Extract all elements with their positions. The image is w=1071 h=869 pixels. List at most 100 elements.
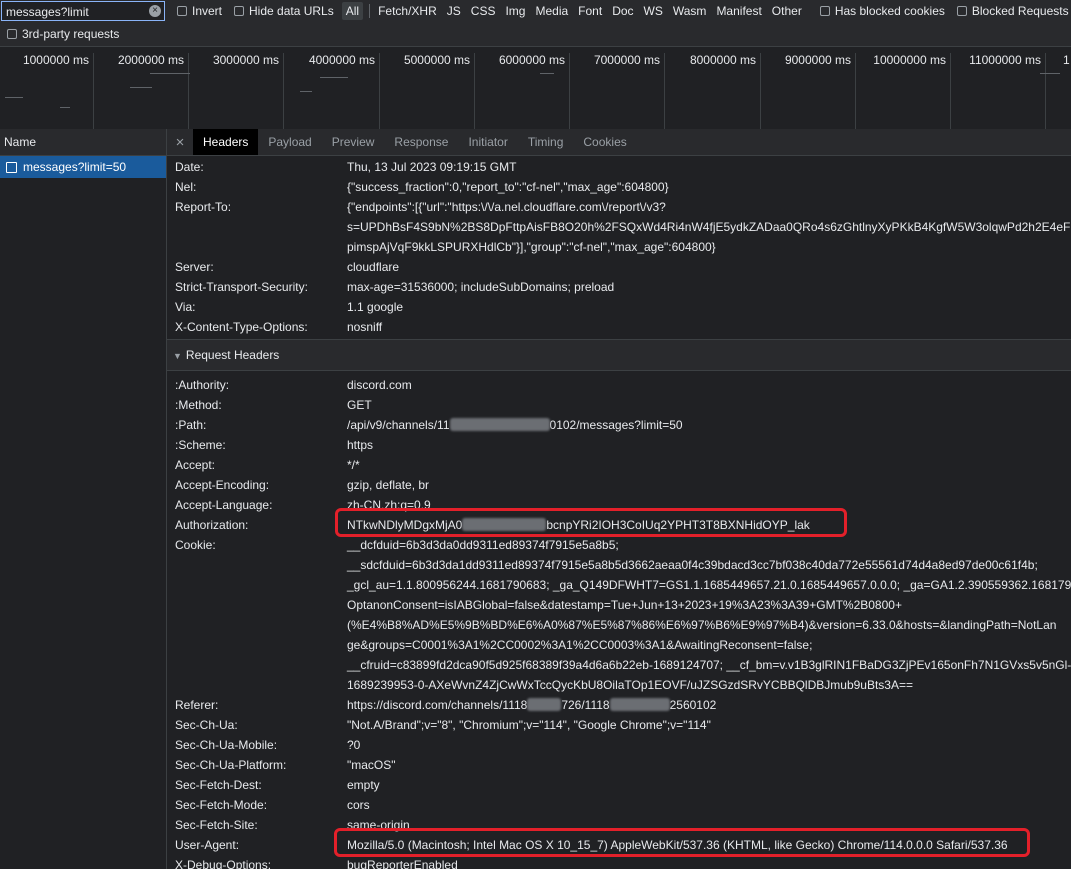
header-row-authorization: Authorization: NTkwNDlyMDgxMjA0 bcnpYRi2I…	[167, 508, 1071, 537]
header-row-nel: Nel: {"success_fraction":0,"report_to":"…	[167, 177, 1071, 197]
timeline-tick: 1000000 ms	[0, 53, 94, 129]
tab-preview[interactable]: Preview	[322, 129, 385, 155]
header-key: :Method:	[175, 398, 222, 412]
type-filter-other[interactable]: Other	[768, 2, 806, 20]
header-value: ge&groups=C0001%3A1%2CC0002%3A1%2CC0003%…	[347, 638, 813, 652]
filter-bar: messages?limit × Invert Hide data URLs A…	[0, 0, 1071, 22]
header-row-referer: Referer: https://discord.com/channels/11…	[167, 695, 1071, 715]
header-row-x-debug-options: X-Debug-Options: bugReporterEnabled	[167, 855, 1071, 869]
path-suffix: 0102/messages?limit=50	[549, 418, 683, 432]
third-party-checkbox[interactable]: 3rd-party requests	[7, 27, 119, 41]
header-row-continued: (%E4%B8%AD%E5%9B%BD%E6%A0%87%E5%87%86%E6…	[167, 615, 1071, 635]
hide-data-urls-label: Hide data URLs	[249, 4, 334, 18]
timeline-tick: 6000000 ms	[476, 53, 570, 129]
redacted-block	[527, 698, 562, 711]
header-key: Nel:	[175, 180, 197, 194]
blocked-requests-checkbox[interactable]: Blocked Requests	[956, 4, 1069, 18]
timeline-bar	[150, 73, 190, 74]
header-key: Date:	[175, 160, 204, 174]
header-value: OptanonConsent=isIABGlobal=false&datesta…	[347, 598, 902, 612]
timeline-tick: 7000000 ms	[571, 53, 665, 129]
header-value: "macOS"	[347, 758, 396, 772]
header-row-authority: :Authority: discord.com	[167, 375, 1071, 395]
timeline-tick: 8000000 ms	[667, 53, 761, 129]
header-value: /api/v9/channels/11 0102/messages?limit=5…	[347, 418, 683, 432]
type-filter-img[interactable]: Img	[501, 2, 529, 20]
header-row-sec-fetch-dest: Sec-Fetch-Dest: empty	[167, 775, 1071, 795]
header-row-sec-ch-ua-mobile: Sec-Ch-Ua-Mobile: ?0	[167, 735, 1071, 755]
header-key: Strict-Transport-Security:	[175, 280, 308, 294]
header-row-server: Server: cloudflare	[167, 257, 1071, 277]
timeline-overview[interactable]: 1000000 ms 2000000 ms 3000000 ms 4000000…	[0, 46, 1071, 130]
header-key: Authorization:	[175, 518, 249, 532]
header-key: Sec-Fetch-Site:	[175, 818, 258, 832]
header-value: s=UPDhBsF4S9bN%2BS8DpFttpAisFB8O20h%2FSQ…	[347, 220, 1071, 234]
triangle-down-icon: ▼	[173, 351, 182, 361]
timeline-bar	[300, 91, 312, 92]
timeline-bar	[130, 87, 152, 88]
type-filter-manifest[interactable]: Manifest	[712, 2, 765, 20]
has-blocked-cookies-checkbox[interactable]: Has blocked cookies	[819, 4, 945, 18]
close-icon[interactable]: ×	[167, 134, 193, 151]
header-row-continued: ge&groups=C0001%3A1%2CC0002%3A1%2CC0003%…	[167, 635, 1071, 655]
details-tabbar: × Headers Payload Preview Response Initi…	[167, 129, 1071, 156]
header-row-continued: __sdcfduid=6b3d3da1dd9311ed89374f7915e5a…	[167, 555, 1071, 575]
timeline-bar	[1040, 73, 1060, 74]
header-row-hsts: Strict-Transport-Security: max-age=31536…	[167, 277, 1071, 297]
referer-middle: 726/1118	[561, 698, 610, 712]
header-value: ?0	[347, 738, 361, 752]
referer-suffix: 2560102	[669, 698, 717, 712]
hide-data-urls-checkbox[interactable]: Hide data URLs	[234, 4, 334, 18]
redacted-block	[449, 418, 550, 431]
invert-checkbox[interactable]: Invert	[177, 4, 222, 18]
type-filter-font[interactable]: Font	[574, 2, 606, 20]
header-row-cookie: Cookie: __dcfduid=6b3d3da0dd9311ed89374f…	[167, 535, 1071, 555]
header-value: __dcfduid=6b3d3da0dd9311ed89374f7915e5a8…	[347, 538, 619, 552]
header-row-method: :Method: GET	[167, 395, 1071, 415]
header-value: __cfruid=c83899fd2dca90f5d925f68389f39a4…	[347, 658, 1071, 672]
header-value: _gcl_au=1.1.800956244.1681790683; _ga_Q1…	[347, 578, 1071, 592]
path-prefix: /api/v9/channels/11	[347, 418, 450, 432]
header-value: Thu, 13 Jul 2023 09:19:15 GMT	[347, 160, 517, 174]
name-column-header[interactable]: Name	[0, 129, 166, 156]
tab-cookies[interactable]: Cookies	[573, 129, 636, 155]
checkbox-icon	[7, 29, 17, 39]
type-filter-doc[interactable]: Doc	[608, 2, 637, 20]
type-filter-wasm[interactable]: Wasm	[669, 2, 711, 20]
type-filter-media[interactable]: Media	[531, 2, 572, 20]
header-value: 1.1 google	[347, 300, 404, 314]
header-value: {"success_fraction":0,"report_to":"cf-ne…	[347, 180, 669, 194]
filter-search-input[interactable]: messages?limit ×	[1, 1, 165, 21]
tab-response[interactable]: Response	[384, 129, 458, 155]
header-key: Sec-Ch-Ua-Mobile:	[175, 738, 278, 752]
type-filter-all[interactable]: All	[341, 2, 364, 20]
tab-timing[interactable]: Timing	[518, 129, 574, 155]
header-key: X-Content-Type-Options:	[175, 320, 308, 334]
checkbox-icon	[234, 6, 245, 16]
tab-initiator[interactable]: Initiator	[458, 129, 517, 155]
type-filter-ws[interactable]: WS	[640, 2, 667, 20]
has-blocked-cookies-label: Has blocked cookies	[834, 4, 945, 18]
redacted-block	[609, 698, 670, 711]
header-key: Sec-Fetch-Mode:	[175, 798, 268, 812]
timeline-tick: 11000000 ms	[952, 53, 1046, 129]
timeline-bar	[60, 107, 70, 108]
clear-filter-icon[interactable]: ×	[149, 5, 161, 17]
type-filter-css[interactable]: CSS	[467, 2, 500, 20]
tab-payload[interactable]: Payload	[258, 129, 321, 155]
header-key: :Path:	[175, 418, 207, 432]
request-row[interactable]: messages?limit=50	[0, 156, 166, 178]
header-row-sec-fetch-mode: Sec-Fetch-Mode: cors	[167, 795, 1071, 815]
type-filter-fetch-xhr[interactable]: Fetch/XHR	[374, 2, 441, 20]
header-key: Referer:	[175, 698, 219, 712]
header-row-sec-ch-ua-platform: Sec-Ch-Ua-Platform: "macOS"	[167, 755, 1071, 775]
header-row-continued: __cfruid=c83899fd2dca90f5d925f68389f39a4…	[167, 655, 1071, 675]
header-row-report-to: Report-To: {"endpoints":[{"url":"https:\…	[167, 197, 1071, 217]
request-list: Name messages?limit=50	[0, 129, 167, 869]
header-row-continued: pimspAjVqF9kkLSPURXHdlCb"}],"group":"cf-…	[167, 237, 1071, 257]
request-headers-section-toggle[interactable]: ▼ Request Headers	[167, 339, 1071, 371]
blocked-requests-label: Blocked Requests	[971, 4, 1069, 18]
header-row-continued: 1689239953-0-AXeWvnZ4ZjCwWxTccQycKbU8Oil…	[167, 675, 1071, 695]
type-filter-js[interactable]: JS	[443, 2, 465, 20]
tab-headers[interactable]: Headers	[193, 129, 259, 155]
